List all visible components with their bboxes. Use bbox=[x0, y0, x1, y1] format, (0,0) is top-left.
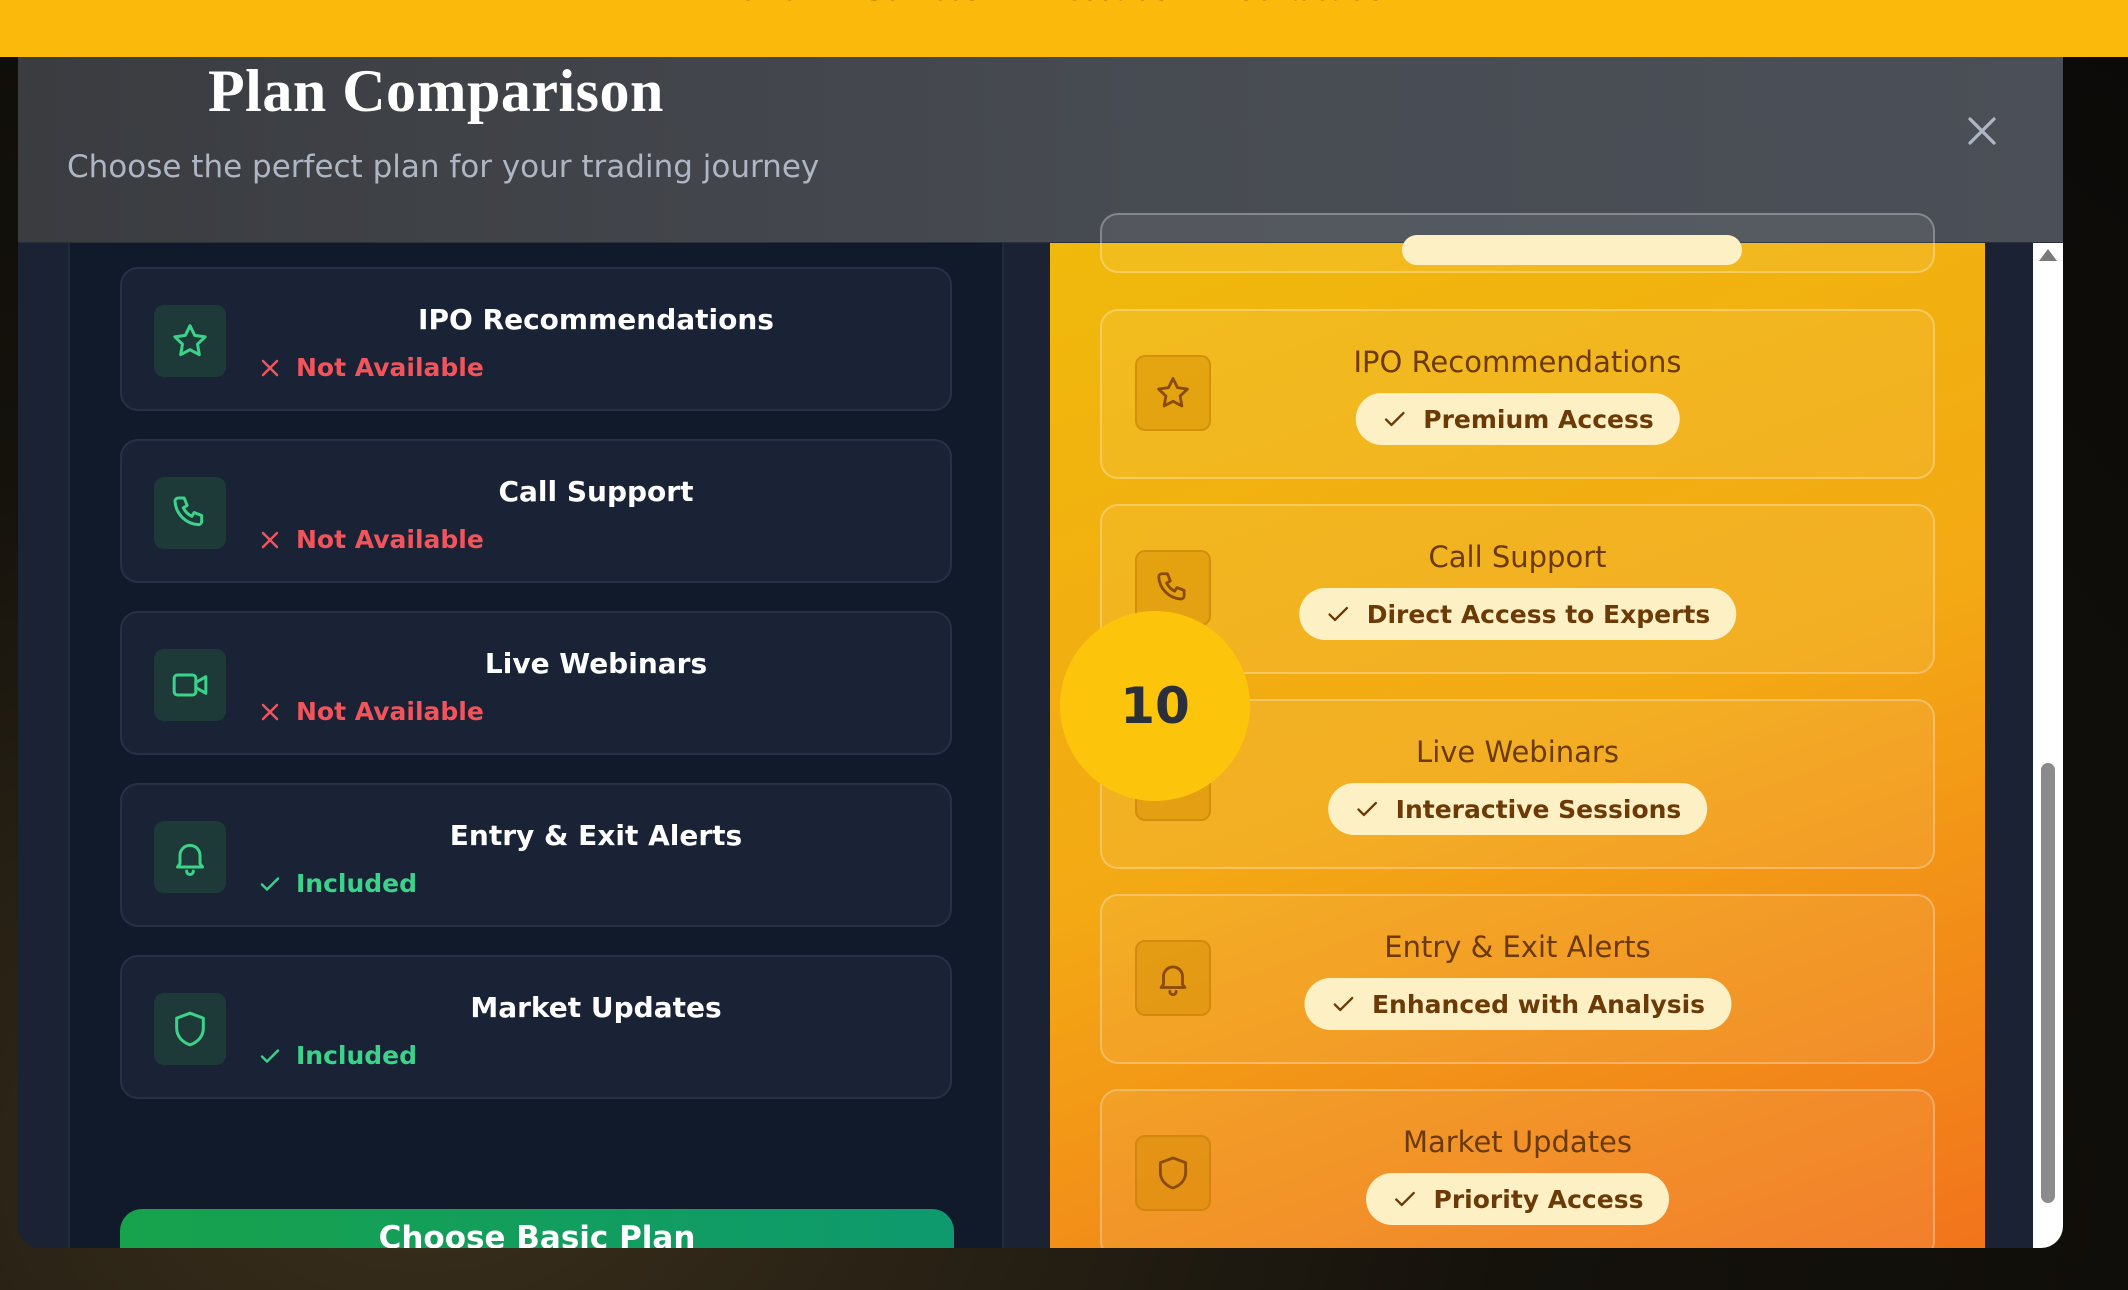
video-icon bbox=[154, 649, 226, 721]
premium-feature-alerts: Entry & Exit Alerts Enhanced with Analys… bbox=[1100, 894, 1935, 1064]
premium-feature-ipo: IPO Recommendations Premium Access bbox=[1100, 309, 1935, 479]
feature-name: Entry & Exit Alerts bbox=[449, 819, 743, 852]
check-icon bbox=[1327, 606, 1348, 622]
status-text: Not Available bbox=[296, 697, 484, 726]
basic-feature-webinars: Live Webinars Not Available bbox=[120, 611, 952, 755]
x-icon bbox=[261, 359, 279, 376]
feature-name: IPO Recommendations bbox=[1353, 345, 1682, 379]
plan-comparison-modal: Plan Comparison Choose the perfect plan … bbox=[18, 57, 2063, 1248]
check-icon bbox=[260, 1048, 280, 1063]
premium-feature-partial bbox=[1100, 213, 1935, 273]
shield-icon bbox=[154, 993, 226, 1065]
feature-badge: Enhanced with Analysis bbox=[1303, 978, 1732, 1030]
nav-menu: Home Services About Us Contact Us bbox=[718, 0, 1383, 8]
step-number-badge: 10 bbox=[1060, 611, 1250, 801]
nav-item-about[interactable]: About Us bbox=[1045, 0, 1168, 8]
badge-text: Direct Access to Experts bbox=[1366, 599, 1711, 629]
nav-item-contact[interactable]: Contact Us bbox=[1234, 0, 1382, 8]
basic-feature-ipo: IPO Recommendations Not Available bbox=[120, 267, 952, 411]
check-icon bbox=[1384, 411, 1405, 427]
x-icon bbox=[261, 703, 279, 720]
feature-status: Not Available bbox=[258, 697, 484, 726]
feature-status: Not Available bbox=[258, 525, 484, 554]
badge-text: Enhanced with Analysis bbox=[1371, 989, 1706, 1019]
check-icon bbox=[1333, 996, 1353, 1012]
feature-badge-partial bbox=[1402, 235, 1742, 265]
scroll-up-arrow-icon[interactable] bbox=[2039, 249, 2057, 261]
nav-item-services[interactable]: Services bbox=[864, 0, 979, 8]
feature-name: IPO Recommendations bbox=[418, 303, 774, 336]
top-nav: Home Services About Us Contact Us bbox=[0, 0, 2128, 57]
modal-subtitle: Choose the perfect plan for your trading… bbox=[67, 149, 820, 185]
check-icon bbox=[1394, 1191, 1415, 1207]
nav-item-home[interactable]: Home bbox=[718, 0, 798, 8]
badge-text: Priority Access bbox=[1433, 1184, 1644, 1214]
check-icon bbox=[1356, 801, 1377, 817]
status-text: Not Available bbox=[296, 525, 484, 554]
feature-name: Entry & Exit Alerts bbox=[1384, 930, 1651, 964]
feature-name: Live Webinars bbox=[484, 647, 708, 680]
close-button[interactable] bbox=[1954, 103, 2010, 159]
status-text: Not Available bbox=[296, 353, 484, 382]
feature-badge: Priority Access bbox=[1365, 1173, 1670, 1225]
feature-status: Not Available bbox=[258, 353, 484, 382]
x-icon bbox=[261, 531, 279, 548]
basic-feature-call-support: Call Support Not Available bbox=[120, 439, 952, 583]
feature-name: Call Support bbox=[498, 475, 694, 508]
feature-status: Included bbox=[258, 869, 417, 898]
check-icon bbox=[260, 876, 280, 891]
phone-icon bbox=[154, 477, 226, 549]
scrollbar-thumb[interactable] bbox=[2041, 763, 2055, 1203]
close-icon bbox=[1968, 117, 1996, 145]
feature-badge: Direct Access to Experts bbox=[1298, 588, 1737, 640]
modal-title: Plan Comparison bbox=[208, 58, 664, 124]
status-text: Included bbox=[296, 869, 418, 898]
basic-feature-market-updates: Market Updates Included bbox=[120, 955, 952, 1099]
feature-name: Market Updates bbox=[470, 991, 722, 1024]
modal-scrollbar[interactable] bbox=[2033, 243, 2063, 1248]
feature-status: Included bbox=[258, 1041, 417, 1070]
modal-body[interactable]: IPO Recommendations Not Available Call S… bbox=[18, 213, 2063, 1248]
choose-basic-plan-button[interactable]: Choose Basic Plan bbox=[120, 1209, 954, 1248]
star-icon bbox=[154, 305, 226, 377]
feature-badge: Interactive Sessions bbox=[1327, 783, 1708, 835]
badge-text: Premium Access bbox=[1423, 404, 1654, 434]
premium-feature-market-updates: Market Updates Priority Access bbox=[1100, 1089, 1935, 1248]
bell-icon bbox=[154, 821, 226, 893]
feature-name: Call Support bbox=[1428, 540, 1607, 574]
basic-feature-alerts: Entry & Exit Alerts Included bbox=[120, 783, 952, 927]
status-text: Included bbox=[296, 1041, 418, 1070]
feature-name: Market Updates bbox=[1402, 1125, 1633, 1159]
feature-badge: Premium Access bbox=[1355, 393, 1680, 445]
basic-plan-panel: IPO Recommendations Not Available Call S… bbox=[68, 243, 1004, 1248]
badge-text: Interactive Sessions bbox=[1395, 794, 1682, 824]
